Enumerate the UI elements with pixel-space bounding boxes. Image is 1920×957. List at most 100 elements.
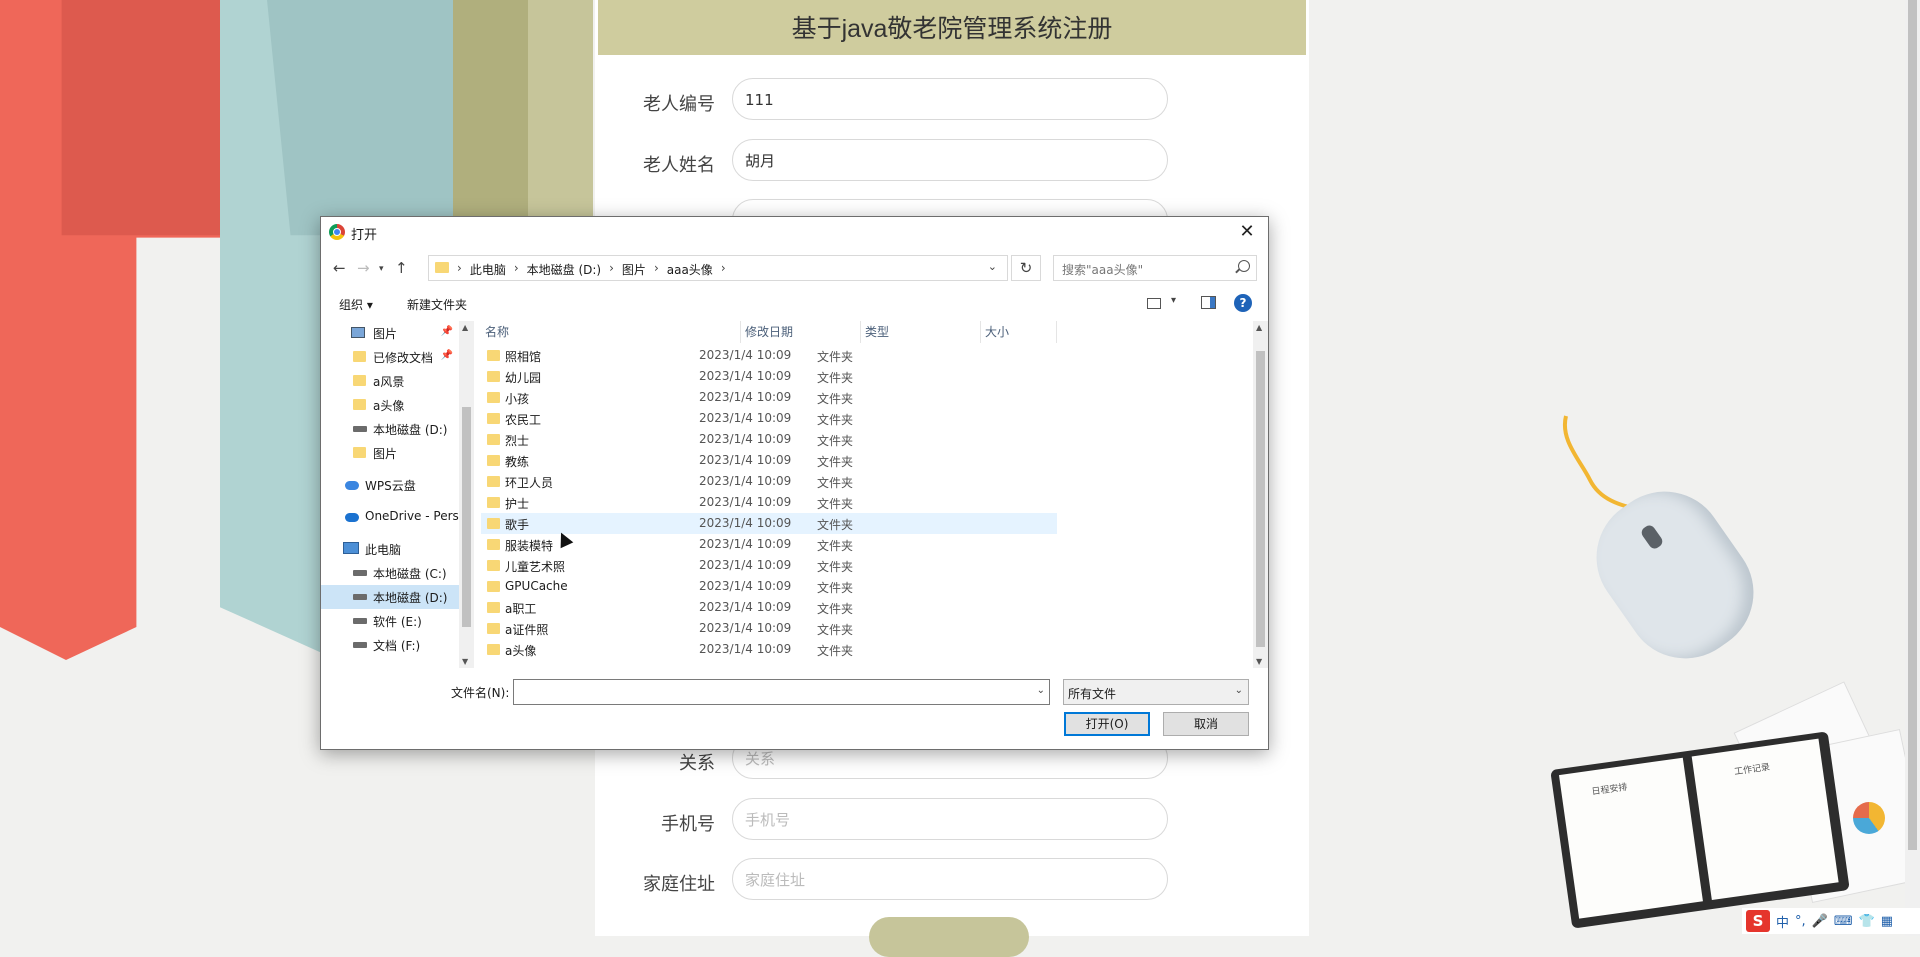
nav-pane-scrollbar[interactable]: ▲ ▼ [459, 321, 474, 668]
sogou-logo-icon[interactable]: S [1746, 910, 1770, 932]
ime-language-indicator[interactable]: 中 [1776, 912, 1789, 931]
pie-chart-decoration [1853, 802, 1885, 834]
nav-item-modified-docs[interactable]: 已修改文档 📌 [321, 345, 459, 369]
file-type: 文件夹 [817, 644, 854, 658]
column-header-name[interactable]: 名称 [481, 321, 741, 343]
folder-icon [487, 392, 500, 403]
elder-name-input[interactable]: 胡月 [732, 139, 1168, 181]
address-input[interactable]: 家庭住址 [732, 858, 1168, 900]
nav-item-drive-d-quick[interactable]: 本地磁盘 (D:) [321, 417, 459, 441]
chevron-right-icon[interactable]: › [654, 261, 659, 278]
column-header-size[interactable]: 大小 [981, 321, 1057, 343]
dialog-titlebar[interactable]: 打开 ✕ [321, 217, 1268, 247]
address-bar[interactable]: › 此电脑 › 本地磁盘 (D:) › 图片 › aaa头像 › ⌄ [428, 255, 1008, 281]
page-scrollbar[interactable] [1905, 0, 1920, 936]
close-icon: ✕ [1239, 221, 1255, 242]
scroll-down-icon[interactable]: ▼ [462, 657, 468, 666]
file-date: 2023/1/4 10:09 [699, 390, 792, 404]
nav-item-drive-e[interactable]: 软件 (E:) [321, 609, 459, 633]
table-row[interactable]: 照相馆 2023/1/4 10:09 文件夹 [481, 345, 1057, 366]
forward-arrow-icon[interactable]: → [357, 259, 370, 277]
table-row[interactable]: 教练 2023/1/4 10:09 文件夹 [481, 450, 1057, 471]
nav-item-a-avatar[interactable]: a头像 [321, 393, 459, 417]
nav-item-wps-cloud[interactable]: WPS云盘 [321, 473, 459, 497]
table-row[interactable]: 环卫人员 2023/1/4 10:09 文件夹 [481, 471, 1057, 492]
nav-item-drive-c[interactable]: 本地磁盘 (C:) [321, 561, 459, 585]
close-button[interactable]: ✕ [1232, 219, 1262, 245]
new-folder-button[interactable]: 新建文件夹 [407, 296, 467, 313]
table-row[interactable]: 幼儿园 2023/1/4 10:09 文件夹 [481, 366, 1057, 387]
cancel-button[interactable]: 取消 [1163, 712, 1249, 736]
keyboard-icon[interactable]: ⌨ [1834, 914, 1853, 929]
table-row[interactable]: 护士 2023/1/4 10:09 文件夹 [481, 492, 1057, 513]
chevron-right-icon[interactable]: › [721, 261, 726, 278]
chevron-right-icon[interactable]: › [609, 261, 614, 278]
help-icon[interactable]: ? [1234, 294, 1252, 312]
nav-item-label: 图片 [373, 327, 398, 341]
phone-input[interactable]: 手机号 [732, 798, 1168, 840]
dialog-title: 打开 [351, 228, 378, 243]
nav-item-pictures-folder[interactable]: 图片 [321, 441, 459, 465]
nav-item-drive-f[interactable]: 文档 (F:) [321, 633, 459, 657]
organize-menu[interactable]: 组织 ▾ [339, 296, 373, 313]
submit-button[interactable] [869, 917, 1029, 957]
table-row[interactable]: a头像 2023/1/4 10:09 文件夹 [481, 639, 1057, 660]
table-row[interactable]: 小孩 2023/1/4 10:09 文件夹 [481, 387, 1057, 408]
file-name: a职工 [505, 602, 537, 616]
chevron-right-icon[interactable]: › [514, 261, 519, 278]
nav-item-a-scenery[interactable]: a风景 [321, 369, 459, 393]
preview-pane-icon[interactable] [1201, 296, 1216, 309]
scroll-up-icon[interactable]: ▲ [462, 323, 468, 332]
table-row[interactable]: 农民工 2023/1/4 10:09 文件夹 [481, 408, 1057, 429]
file-type: 文件夹 [817, 413, 854, 427]
back-arrow-icon[interactable]: ← [333, 259, 346, 277]
notebook-right-text: 工作记录 [1733, 762, 1771, 778]
chevron-down-icon[interactable]: ▾ [1171, 295, 1176, 306]
table-row[interactable]: 儿童艺术照 2023/1/4 10:09 文件夹 [481, 555, 1057, 576]
nav-scrollbar-thumb[interactable] [462, 407, 471, 627]
pictures-icon [351, 327, 365, 338]
column-header-type[interactable]: 类型 [861, 321, 981, 343]
page-scrollbar-thumb[interactable] [1908, 0, 1917, 850]
search-input[interactable]: 搜索"aaa头像" [1053, 255, 1257, 281]
recent-locations-chevron-icon[interactable]: ▾ [379, 264, 384, 274]
file-list-scrollbar[interactable]: ▲ ▼ [1253, 321, 1268, 668]
folder-icon [487, 518, 500, 529]
scroll-down-icon[interactable]: ▼ [1256, 657, 1262, 666]
folder-icon [487, 371, 500, 382]
nav-item-label: 文档 (F:) [373, 639, 421, 653]
nav-item-drive-d[interactable]: 本地磁盘 (D:) [321, 585, 459, 609]
scroll-up-icon[interactable]: ▲ [1256, 323, 1262, 332]
punctuation-icon[interactable]: °, [1795, 914, 1806, 929]
chevron-down-icon[interactable]: ⌄ [988, 260, 997, 273]
table-row[interactable]: 烈士 2023/1/4 10:09 文件夹 [481, 429, 1057, 450]
table-row[interactable]: a职工 2023/1/4 10:09 文件夹 [481, 597, 1057, 618]
table-row[interactable]: GPUCache 2023/1/4 10:09 文件夹 [481, 576, 1057, 597]
skin-icon[interactable]: 👕 [1859, 914, 1875, 929]
breadcrumb-item[interactable]: 图片 [622, 261, 646, 278]
page-title: 基于java敬老院管理系统注册 [598, 0, 1306, 55]
file-scrollbar-thumb[interactable] [1256, 351, 1265, 647]
file-type: 文件夹 [817, 497, 854, 511]
open-button[interactable]: 打开(O) [1064, 712, 1150, 736]
refresh-icon[interactable]: ↻ [1011, 255, 1041, 281]
nav-item-this-pc[interactable]: 此电脑 [321, 537, 459, 561]
nav-item-pictures[interactable]: 图片 📌 [321, 321, 459, 345]
filename-input[interactable]: ⌄ [513, 679, 1050, 705]
up-arrow-icon[interactable]: ↑ [395, 259, 408, 277]
table-row[interactable]: a证件照 2023/1/4 10:09 文件夹 [481, 618, 1057, 639]
chevron-down-icon[interactable]: ⌄ [1037, 685, 1045, 696]
breadcrumb-item[interactable]: 此电脑 [470, 261, 506, 278]
folder-icon [487, 350, 500, 361]
breadcrumb-item[interactable]: 本地磁盘 (D:) [527, 261, 601, 278]
column-header-date[interactable]: 修改日期 [741, 321, 861, 343]
microphone-icon[interactable]: 🎤 [1812, 914, 1828, 929]
nav-item-label: OneDrive - Pers [365, 509, 459, 523]
breadcrumb-item[interactable]: aaa头像 [667, 261, 713, 278]
toolbox-icon[interactable]: ▦ [1881, 914, 1893, 929]
view-options-icon[interactable] [1147, 298, 1161, 309]
filetype-select[interactable]: 所有文件 ⌄ [1063, 679, 1249, 705]
onedrive-icon [345, 513, 359, 522]
nav-item-onedrive[interactable]: OneDrive - Pers [321, 505, 459, 529]
elder-id-input[interactable]: 111 [732, 78, 1168, 120]
